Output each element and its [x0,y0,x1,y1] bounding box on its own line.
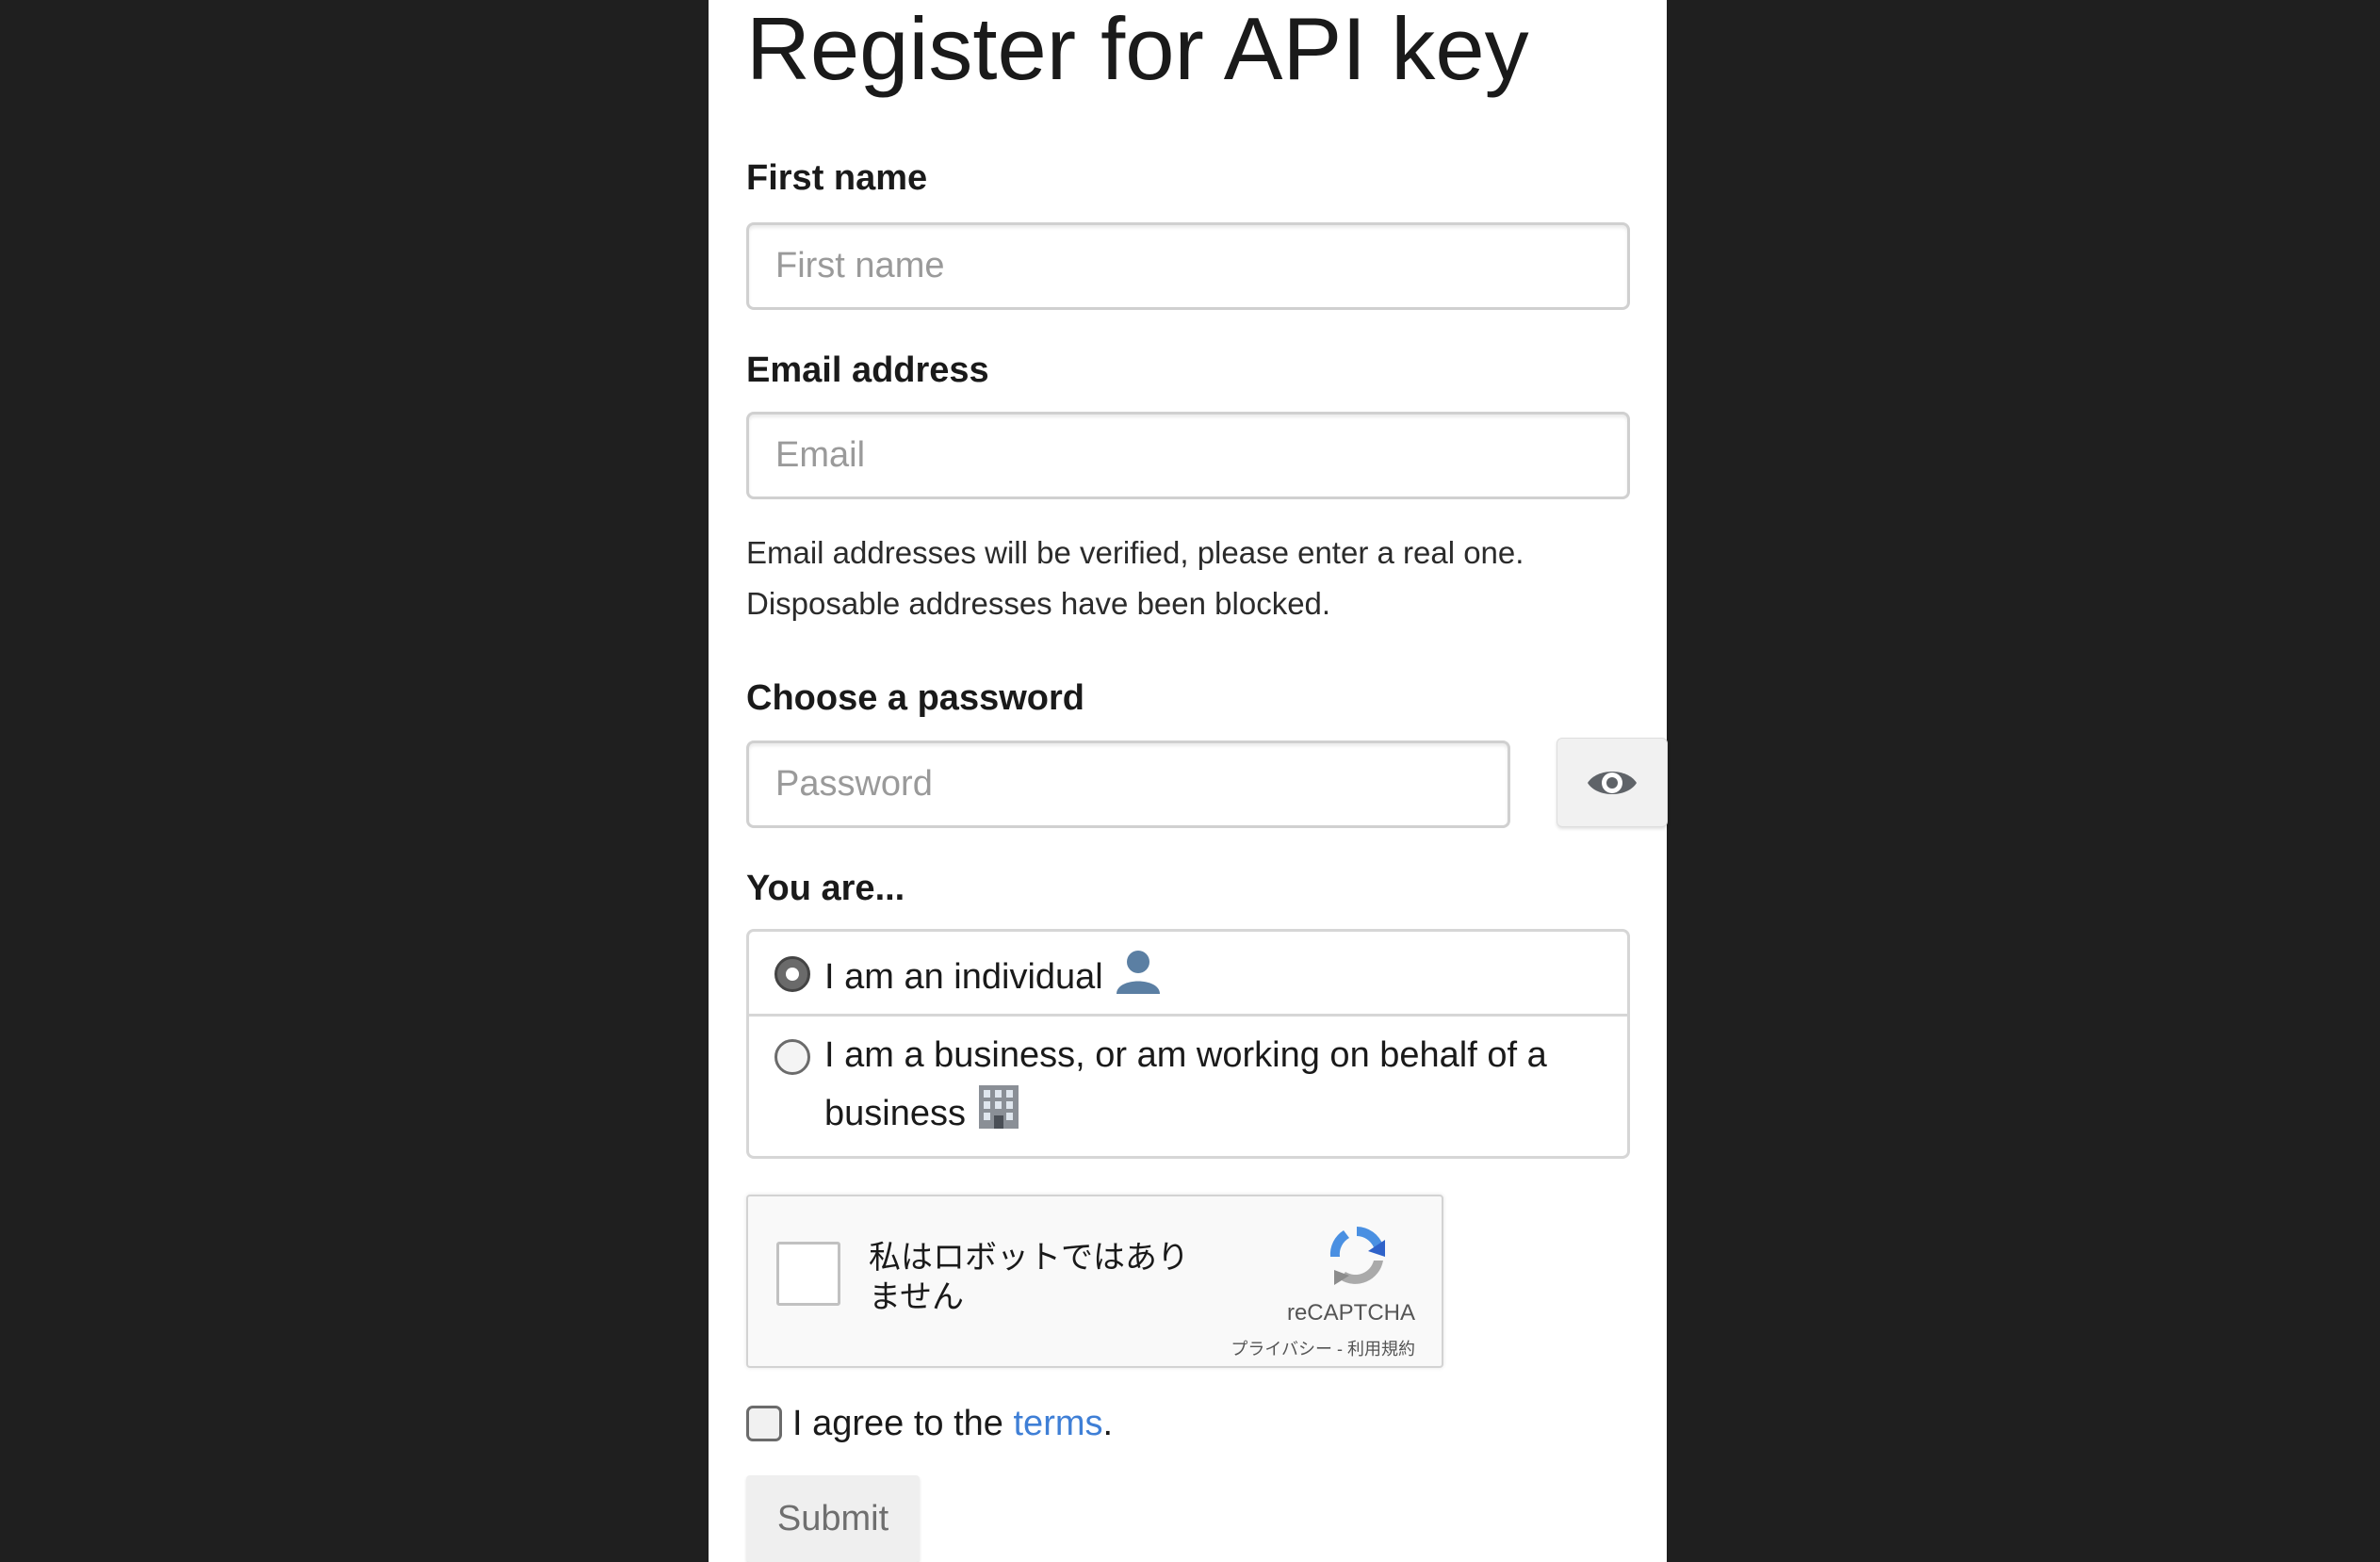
email-help-line-2: Disposable addresses have been blocked. [746,586,1331,621]
recaptcha-widget: 私はロボットではありません reCAPTCHA プライバシー - 利用規約 [746,1195,1443,1368]
submit-button[interactable]: Submit [746,1475,920,1562]
page-title: Register for API key [746,0,1529,98]
eye-icon [1588,771,1637,794]
show-password-button[interactable] [1557,738,1668,827]
email-input[interactable] [746,412,1630,499]
recaptcha-logo-icon [1321,1219,1393,1295]
recaptcha-brand: reCAPTCHA [1286,1300,1415,1326]
password-input[interactable] [746,740,1510,828]
recaptcha-label: 私はロボットではありません [869,1240,1189,1315]
business-option-label: I am a business, or am working on behalf… [824,1035,1547,1134]
individual-option-label: I am an individual [824,957,1103,998]
password-label: Choose a password [746,678,1084,718]
first-name-label: First name [746,158,928,198]
email-label: Email address [746,350,989,390]
account-type-radio-group: I am an individual I am a business, or a… [746,929,1630,1159]
terms-agreement-suffix: . [1102,1404,1114,1443]
radio-option-business[interactable]: I am a business, or am working on behalf… [749,1017,1627,1156]
recaptcha-links: プライバシー - 利用規約 [1231,1336,1415,1360]
terms-agreement-prefix: I agree to the [792,1404,1014,1443]
person-silhouette-icon [1113,947,1164,1011]
office-building-icon [975,1083,1022,1147]
terms-checkbox[interactable] [746,1406,782,1441]
recaptcha-privacy-link[interactable]: プライバシー [1231,1340,1332,1359]
radio-option-individual[interactable]: I am an individual [749,932,1627,1017]
account-type-label: You are... [746,869,905,908]
recaptcha-checkbox[interactable] [776,1242,840,1306]
business-radio[interactable] [774,1039,810,1075]
email-help-line-1: Email addresses will be verified, please… [746,535,1524,570]
email-help-text: Email addresses will be verified, please… [746,528,1524,629]
recaptcha-links-separator: - [1336,1340,1343,1359]
first-name-input[interactable] [746,222,1630,310]
registration-panel: Register for API key First name Email ad… [709,0,1668,1562]
individual-radio[interactable] [774,956,810,992]
terms-link[interactable]: terms [1014,1404,1103,1443]
recaptcha-terms-link[interactable]: 利用規約 [1347,1340,1415,1359]
